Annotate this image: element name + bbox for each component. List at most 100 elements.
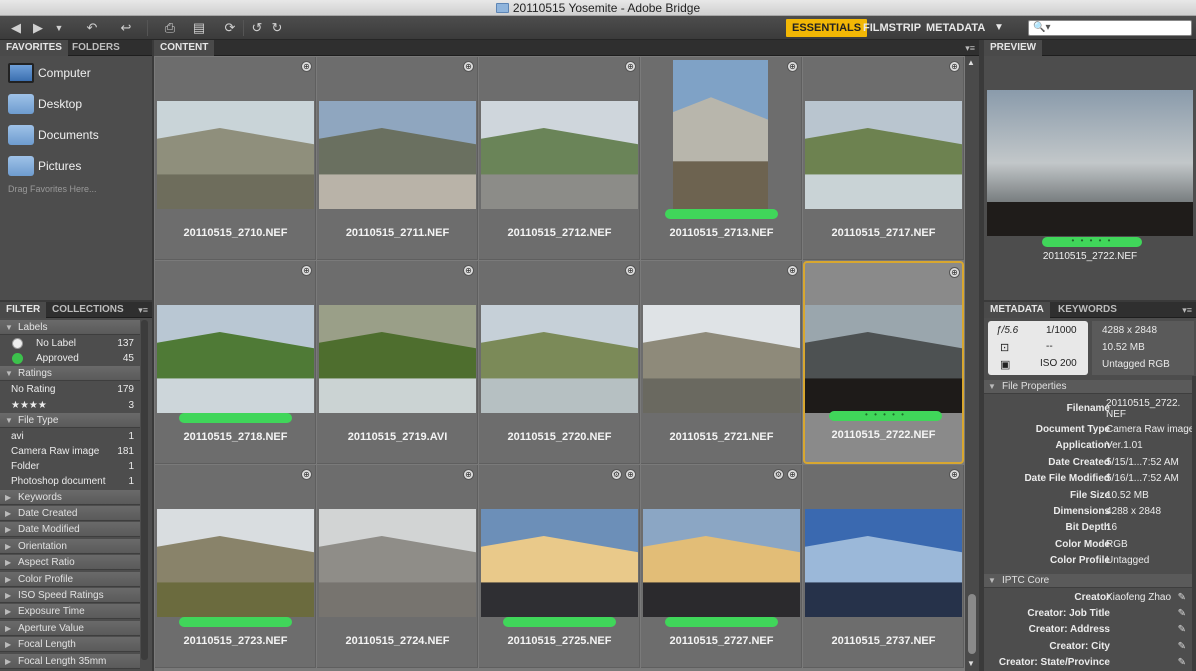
filter-section-header[interactable]: ▶ Orientation — [0, 538, 140, 554]
collapse-triangle-icon[interactable]: ▼ — [988, 380, 996, 394]
scroll-thumb[interactable] — [968, 594, 976, 654]
filter-ratings-header[interactable]: ▼ Ratings — [0, 366, 140, 382]
workspace-essentials[interactable]: ESSENTIALS — [786, 19, 868, 37]
thumbnail-cell[interactable]: 20110515_2718.NEF ⊕ — [155, 261, 316, 464]
expand-triangle-icon[interactable]: ▶ — [5, 621, 11, 636]
thumbnail-cell[interactable]: 20110515_2725.NEF ⊕ ⚙ — [479, 465, 640, 668]
forward-arrow-icon[interactable]: ▶ — [30, 19, 46, 37]
content-scrollbar[interactable]: ▲ ▼ — [965, 56, 979, 671]
camera-raw-settings-icon[interactable]: ⚙ — [773, 469, 784, 480]
boomerang-icon[interactable]: ↩ — [118, 19, 134, 37]
expand-triangle-icon[interactable]: ▶ — [5, 522, 11, 537]
expand-triangle-icon[interactable]: ▶ — [5, 572, 11, 587]
collapse-triangle-icon[interactable]: ▼ — [5, 320, 13, 335]
stack-badge-icon[interactable]: ⊕ — [463, 265, 474, 276]
stack-badge-icon[interactable]: ⊕ — [787, 61, 798, 72]
history-dropdown-icon[interactable]: ▼ — [52, 19, 66, 37]
panel-menu-icon[interactable]: ▾≡ — [965, 40, 975, 56]
filter-section-header[interactable]: ▶ Date Modified — [0, 522, 140, 538]
expand-triangle-icon[interactable]: ▶ — [5, 506, 11, 521]
thumbnail-cell[interactable]: 20110515_2737.NEF ⊕ — [803, 465, 964, 668]
thumbnail-cell[interactable]: • • • • • 20110515_2722.NEF ⊕ — [803, 261, 964, 464]
filter-section-header[interactable]: ▶ Focal Length 35mm — [0, 653, 140, 669]
thumbnail-cell[interactable]: 20110515_2721.NEF ⊕ — [641, 261, 802, 464]
filter-filetype-row[interactable]: Folder 1 — [0, 459, 140, 474]
filter-section-header[interactable]: ▶ Aspect Ratio — [0, 555, 140, 571]
workspace-metadata[interactable]: METADATA — [920, 19, 991, 37]
tab-filter[interactable]: FILTER — [0, 302, 47, 318]
filter-filetype-row[interactable]: Camera Raw image 181 — [0, 444, 140, 459]
thumbnail-image[interactable] — [805, 101, 962, 209]
open-in-camera-raw-icon[interactable]: ⟳ — [222, 19, 238, 37]
refine-icon[interactable]: ▤ — [187, 19, 211, 37]
expand-triangle-icon[interactable]: ▶ — [5, 490, 11, 505]
rotate-left-icon[interactable]: ↺ — [250, 19, 264, 37]
stack-badge-icon[interactable]: ⊕ — [625, 469, 636, 480]
thumbnail-image[interactable] — [805, 305, 962, 413]
stack-badge-icon[interactable]: ⊕ — [787, 265, 798, 276]
back-arrow-icon[interactable]: ◀ — [8, 19, 24, 37]
filter-section-header[interactable]: ▶ Date Created — [0, 506, 140, 521]
thumbnail-image[interactable] — [157, 101, 314, 209]
stack-badge-icon[interactable]: ⊕ — [625, 265, 636, 276]
iptc-core-header[interactable]: ▼ IPTC Core — [984, 573, 1196, 588]
filter-filetype-row[interactable]: avi 1 — [0, 429, 140, 444]
thumbnail-cell[interactable]: 20110515_2717.NEF ⊕ — [803, 57, 964, 260]
scroll-down-icon[interactable]: ▼ — [967, 659, 975, 668]
filter-labels-header[interactable]: ▼ Labels — [0, 320, 140, 335]
camera-get-photos-icon[interactable]: ⎙ — [160, 19, 180, 37]
thumbnail-image[interactable] — [643, 509, 800, 617]
filter-label-row[interactable]: No Label 137 — [0, 336, 140, 351]
filter-section-header[interactable]: ▶ ISO Speed Ratings — [0, 588, 140, 603]
filter-rating-row[interactable]: ★★★★ 3 — [0, 398, 140, 413]
filter-filetype-row[interactable]: Photoshop document 1 — [0, 474, 140, 489]
thumbnail-cell[interactable]: 20110515_2713.NEF ⊕ — [641, 57, 802, 260]
filter-section-header[interactable]: ▶ Focal Length — [0, 637, 140, 653]
filter-rating-row[interactable]: No Rating 179 — [0, 382, 140, 397]
stack-badge-icon[interactable]: ⊕ — [463, 61, 474, 72]
stack-badge-icon[interactable]: ⊕ — [949, 469, 960, 480]
stack-badge-icon[interactable]: ⊕ — [463, 469, 474, 480]
stack-badge-icon[interactable]: ⊕ — [625, 61, 636, 72]
thumbnail-image[interactable] — [481, 101, 638, 209]
panel-menu-icon[interactable]: ▾≡ — [138, 302, 148, 318]
thumbnail-image[interactable] — [157, 509, 314, 617]
expand-triangle-icon[interactable]: ▶ — [5, 604, 11, 619]
stack-badge-icon[interactable]: ⊕ — [301, 469, 312, 480]
edit-pencil-icon[interactable]: ✎ — [1178, 624, 1186, 635]
expand-triangle-icon[interactable]: ▶ — [5, 555, 11, 570]
filter-scrollbar[interactable] — [141, 320, 148, 660]
file-properties-header[interactable]: ▼ File Properties — [984, 380, 1196, 394]
preview-image[interactable] — [987, 90, 1193, 236]
thumbnail-cell[interactable]: 20110515_2719.AVI ⊕ — [317, 261, 478, 464]
thumbnail-cell[interactable]: 20110515_2727.NEF ⊕ ⚙ — [641, 465, 802, 668]
thumbnail-image[interactable] — [481, 509, 638, 617]
search-input[interactable]: 🔍▾ — [1028, 20, 1192, 36]
edit-pencil-icon[interactable]: ✎ — [1178, 608, 1186, 619]
thumbnail-image[interactable] — [643, 305, 800, 413]
tab-content[interactable]: CONTENT — [154, 40, 215, 56]
stack-badge-icon[interactable]: ⊕ — [949, 267, 960, 278]
thumbnail-cell[interactable]: 20110515_2711.NEF ⊕ — [317, 57, 478, 260]
edit-pencil-icon[interactable]: ✎ — [1178, 641, 1186, 652]
scroll-up-icon[interactable]: ▲ — [967, 58, 975, 67]
filter-section-header[interactable]: ▶ Exposure Time — [0, 604, 140, 620]
thumbnail-cell[interactable]: 20110515_2724.NEF ⊕ — [317, 465, 478, 668]
filter-section-header[interactable]: ▶ Color Profile — [0, 571, 140, 587]
thumbnail-cell[interactable]: 20110515_2723.NEF ⊕ — [155, 465, 316, 668]
stack-badge-icon[interactable]: ⊕ — [301, 61, 312, 72]
workspace-filmstrip[interactable]: FILMSTRIP — [857, 19, 927, 37]
rotate-right-icon[interactable]: ↻ — [270, 19, 284, 37]
tab-keywords[interactable]: KEYWORDS — [1052, 302, 1123, 318]
tab-metadata[interactable]: METADATA — [984, 302, 1050, 318]
expand-triangle-icon[interactable]: ▶ — [5, 637, 11, 652]
expand-triangle-icon[interactable]: ▶ — [5, 539, 11, 554]
filter-label-row[interactable]: Approved 45 — [0, 351, 140, 366]
camera-raw-settings-icon[interactable]: ⚙ — [611, 469, 622, 480]
collapse-triangle-icon[interactable]: ▼ — [5, 413, 13, 428]
panel-menu-icon[interactable]: ▾≡ — [1182, 302, 1192, 318]
thumbnail-cell[interactable]: 20110515_2720.NEF ⊕ — [479, 261, 640, 464]
collapse-triangle-icon[interactable]: ▼ — [988, 574, 996, 588]
edit-pencil-icon[interactable]: ✎ — [1178, 657, 1186, 668]
filter-filetype-header[interactable]: ▼ File Type — [0, 412, 140, 428]
